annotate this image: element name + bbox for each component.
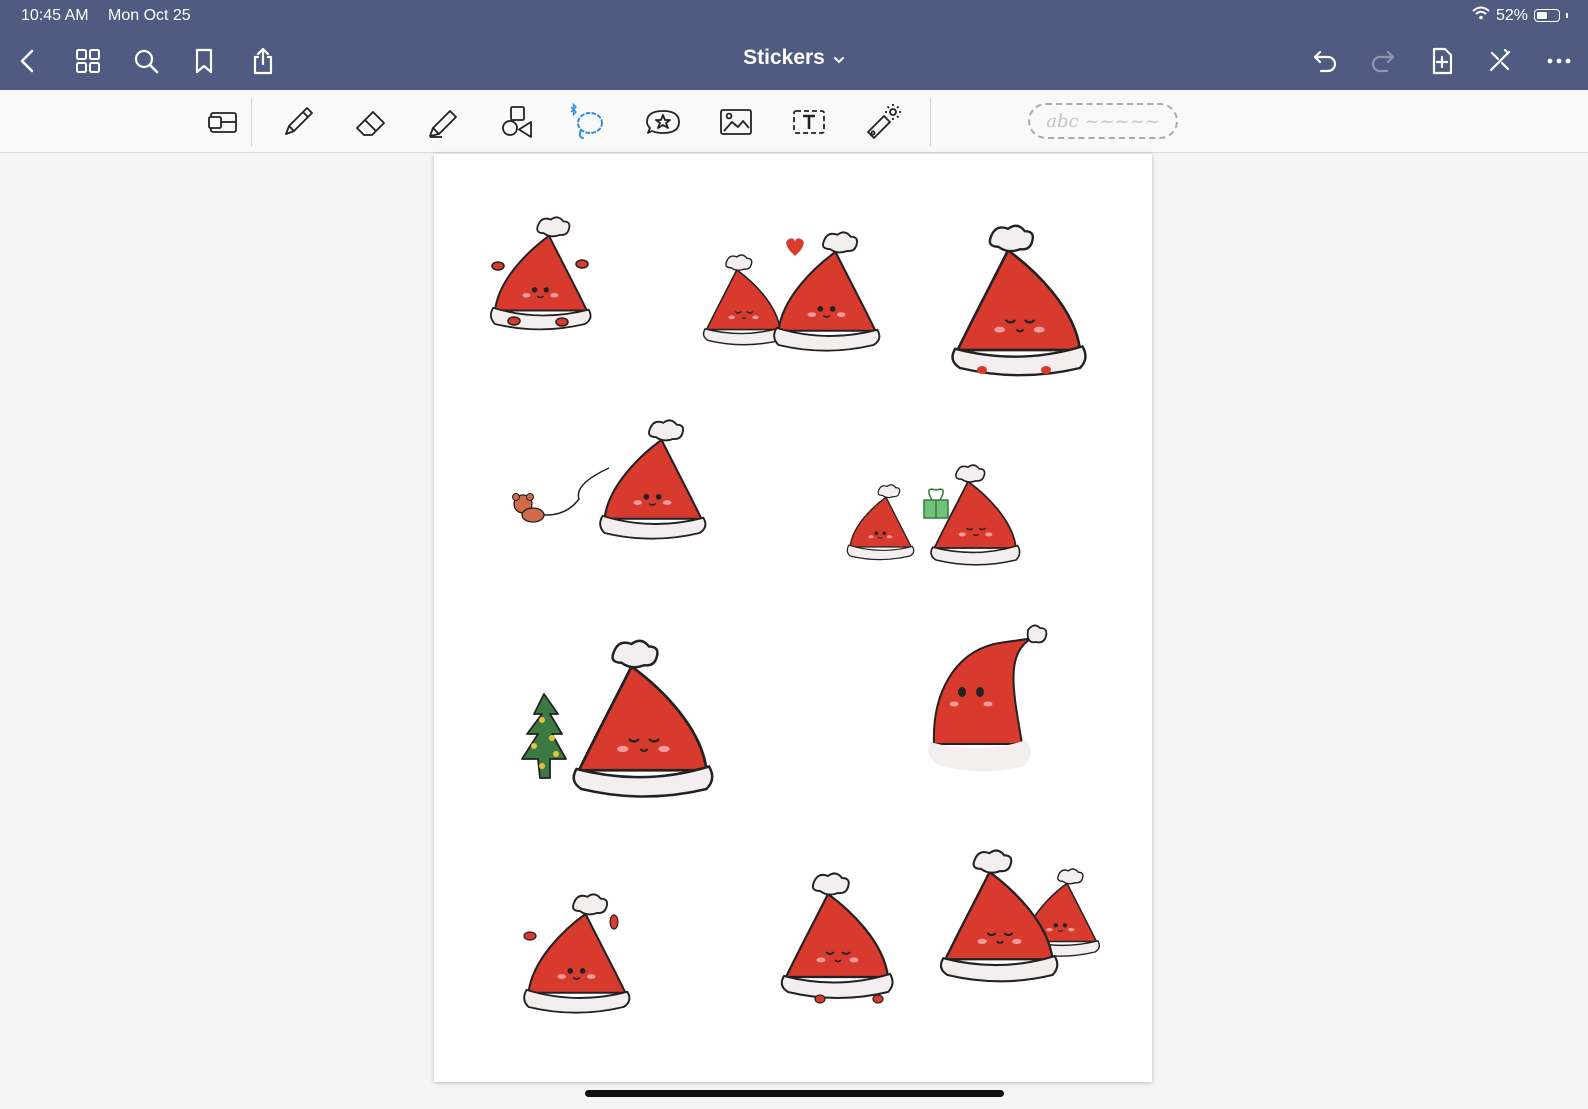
redo-icon[interactable] xyxy=(1365,43,1401,79)
battery-fill xyxy=(1537,12,1547,19)
text-tool[interactable] xyxy=(787,100,831,144)
eraser-tool[interactable] xyxy=(349,100,393,144)
add-page-icon[interactable] xyxy=(1424,43,1460,79)
shapes-tool[interactable] xyxy=(495,100,539,144)
tool-bar xyxy=(0,90,1588,153)
search-icon[interactable] xyxy=(128,43,164,79)
document-title: Stickers xyxy=(0,46,1588,70)
battery-percent: 52% xyxy=(1495,6,1528,24)
zoom-window-tool[interactable] xyxy=(201,100,245,144)
sticker-canvas xyxy=(489,216,1101,1014)
chevron-down-icon xyxy=(833,46,845,70)
notebook-page[interactable] xyxy=(434,154,1152,1082)
close-tools-icon[interactable] xyxy=(1482,43,1518,79)
status-indicators: 52% xyxy=(1472,6,1568,25)
sticker-hats-hugging[interactable] xyxy=(939,849,1101,983)
bookmark-icon[interactable] xyxy=(186,43,222,79)
back-icon[interactable] xyxy=(10,43,46,79)
sticker-hat-waving[interactable] xyxy=(489,216,592,331)
home-indicator xyxy=(585,1090,1004,1097)
thumbnails-icon[interactable] xyxy=(70,43,106,79)
sticker-hats-gift[interactable] xyxy=(846,464,1021,566)
share-icon[interactable] xyxy=(245,43,281,79)
title-menu-button[interactable]: Stickers xyxy=(743,46,845,70)
battery-cap xyxy=(1566,13,1568,18)
highlighter-tool[interactable] xyxy=(422,100,466,144)
stickers-tool[interactable] xyxy=(641,100,685,144)
wifi-icon xyxy=(1472,6,1490,25)
navigation-bar: 10:45 AM Mon Oct 25 52% Stickers xyxy=(0,0,1588,90)
image-tool[interactable] xyxy=(714,100,758,144)
status-time: 10:45 AM xyxy=(21,7,89,24)
more-icon[interactable] xyxy=(1541,43,1577,79)
toolbar-divider xyxy=(930,98,931,146)
sticker-hat-with-tree[interactable] xyxy=(521,639,714,798)
title-text: Stickers xyxy=(743,46,825,69)
sticker-hat-large-smiling[interactable] xyxy=(951,224,1087,377)
undo-icon[interactable] xyxy=(1307,43,1343,79)
pen-tool[interactable] xyxy=(276,100,320,144)
sticker-hat-walking-teddy[interactable] xyxy=(512,419,707,540)
battery-icon xyxy=(1534,9,1560,22)
sticker-hat-blushing[interactable] xyxy=(780,872,894,1004)
sticker-hats-kissing[interactable] xyxy=(702,231,881,352)
lasso-tool[interactable] xyxy=(566,100,610,144)
sticker-hat-floppy[interactable] xyxy=(928,624,1048,772)
handwriting-input[interactable]: abc ~~~~~ xyxy=(1028,103,1178,139)
laser-pointer-tool[interactable] xyxy=(860,100,904,144)
toolbar-divider xyxy=(251,98,252,146)
sticker-hat-cheering[interactable] xyxy=(523,893,631,1014)
status-date: Mon Oct 25 xyxy=(108,7,191,24)
